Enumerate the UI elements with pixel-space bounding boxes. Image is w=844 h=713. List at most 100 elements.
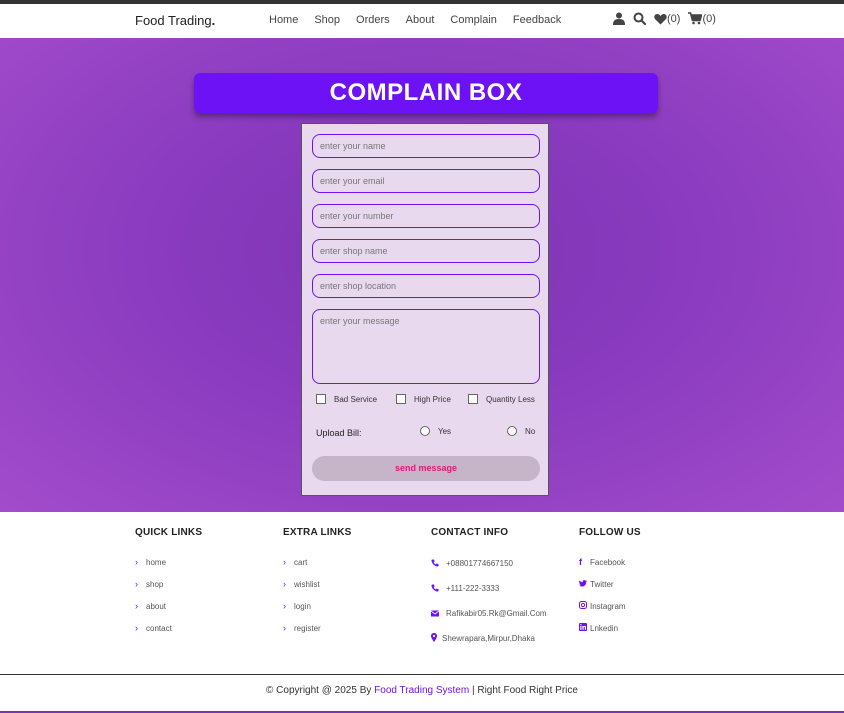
logo-text: Food Trading	[135, 13, 212, 28]
contact-info-title: CONTACT INFO	[431, 527, 509, 538]
extra-links-title: EXTRA LINKS	[283, 527, 352, 538]
upload-bill-label: Upload Bill:	[316, 428, 362, 438]
footer-link-about[interactable]: › about	[135, 595, 202, 617]
footer-link-label: wishlist	[294, 579, 320, 589]
chevron-right-icon: ›	[135, 557, 138, 567]
message-textarea[interactable]	[312, 309, 540, 384]
follow-us-title: FOLLOW US	[579, 527, 641, 538]
chevron-right-icon: ›	[135, 623, 138, 633]
main-nav: Home Shop Orders About Complain Feedback	[269, 14, 577, 26]
contact-phone-2[interactable]: +111-222-3333	[431, 576, 547, 601]
complain-title: COMPLAIN BOX	[329, 79, 523, 106]
chevron-right-icon: ›	[283, 579, 286, 589]
nav-feedback[interactable]: Feedback	[513, 14, 561, 26]
facebook-icon: f	[579, 557, 582, 567]
contact-text: Rafikabir05.Rk@Gmail.Com	[446, 609, 547, 618]
footer-link-cart[interactable]: › cart	[283, 551, 352, 573]
checkbox-label: Quantity Less	[486, 394, 535, 404]
social-label: Twitter	[590, 579, 614, 589]
complain-title-bar: COMPLAIN BOX	[194, 73, 658, 113]
footer-link-label: home	[146, 557, 167, 567]
heart-icon	[654, 13, 667, 25]
brand-link[interactable]: Food Trading System	[374, 685, 469, 696]
nav-shop[interactable]: Shop	[314, 14, 340, 26]
radio-yes[interactable]: Yes	[420, 426, 451, 436]
chevron-right-icon: ›	[283, 601, 286, 611]
copyright: © Copyright @ 2025 By Food Trading Syste…	[0, 685, 844, 696]
contact-text: +08801774667150	[446, 559, 513, 568]
footer-link-contact[interactable]: › contact	[135, 617, 202, 639]
radio-no[interactable]: No	[507, 426, 535, 436]
extra-links-column: EXTRA LINKS › cart › wishlist › login › regi…	[283, 527, 352, 639]
checkbox-quantity-less[interactable]: Quantity Less	[468, 394, 535, 404]
contact-info-column: CONTACT INFO +08801774667150 +111-222-33…	[430, 527, 547, 651]
chevron-right-icon: ›	[135, 601, 138, 611]
email-input[interactable]	[312, 169, 540, 193]
social-facebook[interactable]: f Facebook	[579, 551, 641, 573]
send-message-button[interactable]: send message	[312, 456, 540, 481]
complain-form: Bad Service High Price Quantity Less Upl…	[301, 123, 549, 496]
envelope-icon	[430, 609, 442, 619]
nav-orders[interactable]: Orders	[356, 14, 390, 26]
phone-icon	[431, 559, 442, 569]
number-input[interactable]	[312, 204, 540, 228]
search-icon[interactable]	[633, 12, 646, 25]
nav-complain[interactable]: Complain	[450, 14, 496, 26]
social-label: Instagram	[590, 601, 626, 611]
cart-icon	[688, 12, 703, 25]
shop-location-input[interactable]	[312, 274, 540, 298]
instagram-icon	[579, 601, 590, 611]
social-twitter[interactable]: Twitter	[578, 573, 641, 595]
radio-label: No	[525, 426, 536, 436]
phone-icon	[431, 584, 442, 594]
social-label: Lnkedin	[590, 623, 619, 633]
footer-link-label: register	[294, 623, 321, 633]
copyright-prefix: © Copyright @ 2025 By	[266, 685, 372, 696]
logo[interactable]: Food Trading.	[135, 13, 215, 28]
social-label: Facebook	[590, 557, 626, 567]
nav-about[interactable]: About	[406, 14, 435, 26]
footer-link-label: about	[146, 601, 167, 611]
cart-count: (0)	[702, 12, 716, 25]
footer-divider	[0, 674, 844, 675]
map-marker-icon	[431, 633, 442, 644]
nav-home[interactable]: Home	[269, 14, 298, 26]
contact-address[interactable]: Shewrapara,Mirpur,Dhaka	[431, 626, 547, 651]
shop-name-input[interactable]	[312, 239, 540, 263]
footer-link-home[interactable]: › home	[135, 551, 202, 573]
checkbox-high-price[interactable]: High Price	[396, 394, 451, 404]
chevron-right-icon: ›	[135, 579, 138, 589]
footer-link-register[interactable]: › register	[283, 617, 352, 639]
social-linkedin[interactable]: Lnkedin	[579, 617, 641, 639]
wishlist-count: (0)	[667, 12, 681, 25]
cart-button[interactable]: (0)	[688, 12, 716, 25]
wishlist-button[interactable]: (0)	[654, 13, 680, 25]
chevron-right-icon: ›	[283, 623, 286, 633]
footer-link-label: cart	[294, 557, 308, 567]
site-footer: QUICK LINKS › home › shop › about › contact …	[0, 512, 844, 674]
logo-dot: .	[211, 13, 216, 28]
user-icon[interactable]	[613, 12, 625, 25]
site-header: Food Trading. Home Shop Orders About Com…	[0, 4, 844, 38]
checkbox-box[interactable]	[468, 394, 478, 404]
contact-text: Shewrapara,Mirpur,Dhaka	[442, 634, 535, 643]
footer-link-login[interactable]: › login	[283, 595, 352, 617]
footer-link-wishlist[interactable]: › wishlist	[283, 573, 352, 595]
checkbox-bad-service[interactable]: Bad Service	[316, 394, 377, 404]
contact-text: +111-222-3333	[446, 584, 500, 593]
radio-label: Yes	[438, 426, 452, 436]
radio-circle[interactable]	[507, 426, 517, 436]
social-instagram[interactable]: Instagram	[579, 595, 641, 617]
radio-circle[interactable]	[420, 426, 430, 436]
complain-section: COMPLAIN BOX Bad Service High Price Quan…	[0, 38, 844, 512]
checkbox-label: High Price	[414, 394, 451, 404]
checkbox-box[interactable]	[316, 394, 326, 404]
contact-phone-1[interactable]: +08801774667150	[431, 551, 547, 576]
follow-us-column: FOLLOW US f Facebook Twitter Instagram Ln…	[578, 527, 641, 639]
footer-link-shop[interactable]: › shop	[135, 573, 202, 595]
name-input[interactable]	[312, 134, 540, 158]
footer-link-label: login	[294, 601, 311, 611]
checkbox-box[interactable]	[396, 394, 406, 404]
quick-links-column: QUICK LINKS › home › shop › about › contact	[135, 527, 202, 639]
contact-email[interactable]: Rafikabir05.Rk@Gmail.Com	[430, 601, 547, 626]
